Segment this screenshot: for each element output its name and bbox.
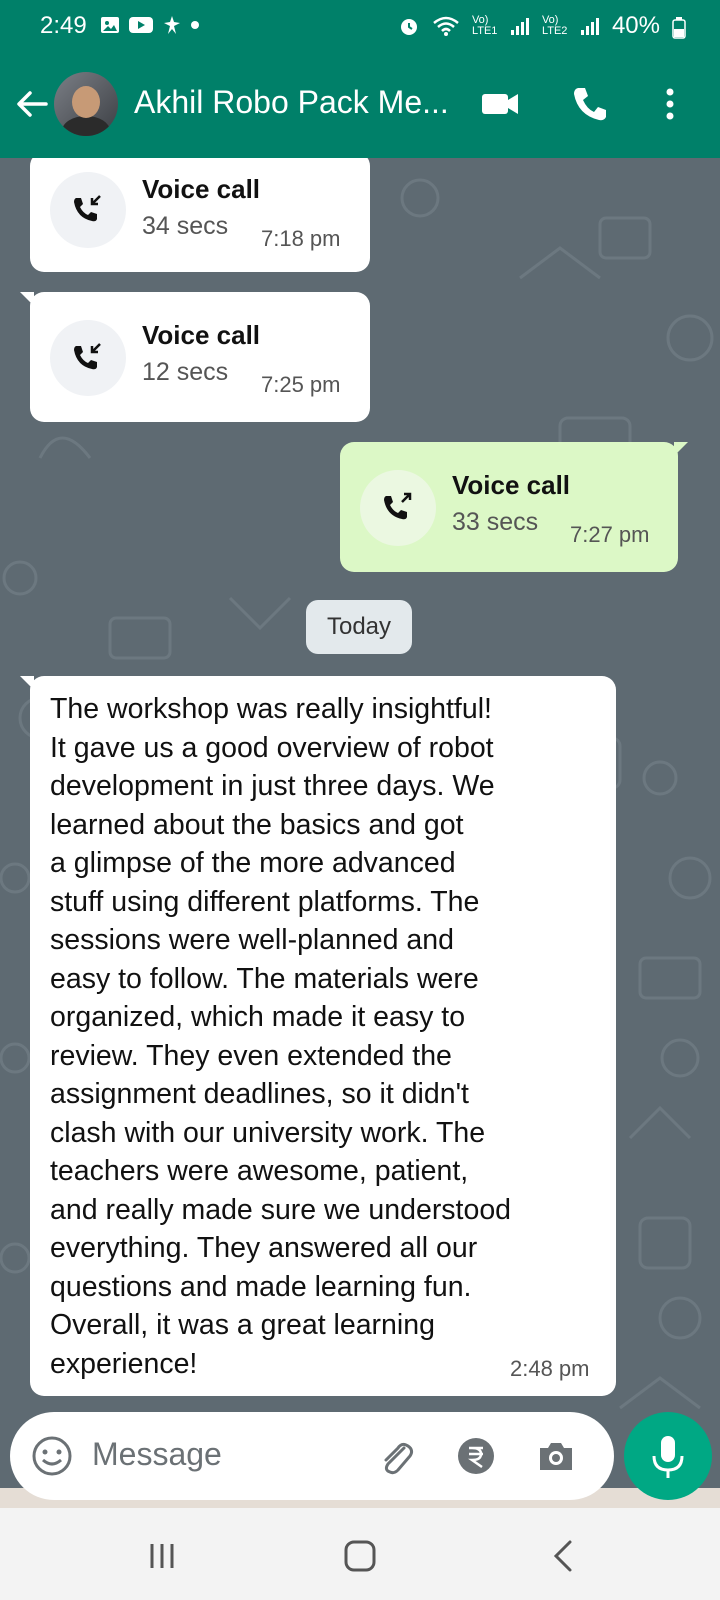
- message-time: 7:18 pm: [261, 226, 341, 251]
- system-nav-bar: [0, 1508, 720, 1600]
- sim1-label: Vo) LTE1: [471, 14, 498, 37]
- call-message[interactable]: Voice call 12 secs 7:25 pm: [20, 292, 370, 422]
- back-arrow-icon[interactable]: [14, 86, 50, 122]
- contact-name[interactable]: Akhil Robo Pack Me...: [134, 84, 449, 121]
- incoming-call-icon-circle: [50, 320, 126, 396]
- incoming-call-icon: [74, 343, 101, 370]
- chat-topbar: Akhil Robo Pack Me...: [0, 52, 720, 158]
- sim2-label: Vo) LTE2: [541, 14, 568, 37]
- notification-icons: [100, 14, 200, 36]
- phone-icon[interactable]: [568, 82, 612, 126]
- avatar[interactable]: [54, 72, 118, 136]
- message-time: 7:27 pm: [570, 522, 650, 547]
- attach-icon[interactable]: [374, 1434, 418, 1478]
- call-title: Voice call: [452, 470, 571, 500]
- status-time: 2:49: [40, 12, 87, 39]
- recent-apps-icon[interactable]: [138, 1532, 186, 1580]
- incoming-call-icon: [74, 195, 101, 222]
- emoji-icon[interactable]: [30, 1434, 74, 1478]
- chat-area[interactable]: Voice call 34 secs 7:18 pm Voice call 12…: [0, 158, 720, 1488]
- message-input[interactable]: Message: [92, 1436, 222, 1473]
- message-text: The workshop was really insightful! It g…: [50, 693, 512, 1380]
- alarm-icon: [400, 19, 417, 35]
- battery-icon: [672, 17, 686, 39]
- date-separator: Today: [306, 600, 412, 654]
- mic-button[interactable]: [624, 1412, 712, 1500]
- message-time: 2:48 pm: [510, 1356, 590, 1381]
- rupee-payment-icon[interactable]: [454, 1434, 498, 1478]
- incoming-call-icon-circle: [50, 172, 126, 248]
- call-duration: 33 secs: [452, 508, 539, 536]
- app-header: 2:49 Vo) LTE1 Vo) LTE2 40% Akhil Robo Pa…: [0, 0, 720, 158]
- back-icon[interactable]: [540, 1532, 588, 1580]
- outgoing-call-icon: [384, 492, 412, 520]
- mic-icon: [652, 1436, 684, 1478]
- battery-percent: 40%: [611, 12, 660, 39]
- app-notification-icon: [164, 16, 180, 34]
- call-message[interactable]: Voice call 34 secs 7:18 pm: [30, 158, 370, 272]
- dot-icon: [191, 21, 199, 29]
- call-duration: 34 secs: [142, 212, 229, 240]
- wifi-icon: [433, 16, 459, 36]
- system-status-icons: Vo) LTE1 Vo) LTE2 40%: [398, 12, 660, 40]
- text-message[interactable]: The workshop was really insightful! It g…: [20, 676, 616, 1396]
- status-bar: 2:49 Vo) LTE1 Vo) LTE2 40%: [0, 0, 720, 52]
- signal-icon: [580, 18, 599, 35]
- youtube-notification-icon: [129, 17, 153, 33]
- call-title: Voice call: [142, 320, 261, 350]
- message-composer[interactable]: Message: [10, 1412, 614, 1500]
- camera-icon[interactable]: [534, 1434, 578, 1478]
- video-call-icon[interactable]: [478, 82, 522, 126]
- more-options-icon[interactable]: [648, 82, 692, 126]
- call-duration: 12 secs: [142, 358, 229, 386]
- call-message[interactable]: Voice call 33 secs 7:27 pm: [340, 442, 688, 572]
- home-icon[interactable]: [336, 1532, 384, 1580]
- outgoing-call-icon-circle: [360, 470, 436, 546]
- signal-icon: [510, 18, 529, 35]
- message-time: 7:25 pm: [261, 372, 341, 397]
- gallery-notification-icon: [101, 17, 119, 33]
- call-title: Voice call: [142, 174, 261, 204]
